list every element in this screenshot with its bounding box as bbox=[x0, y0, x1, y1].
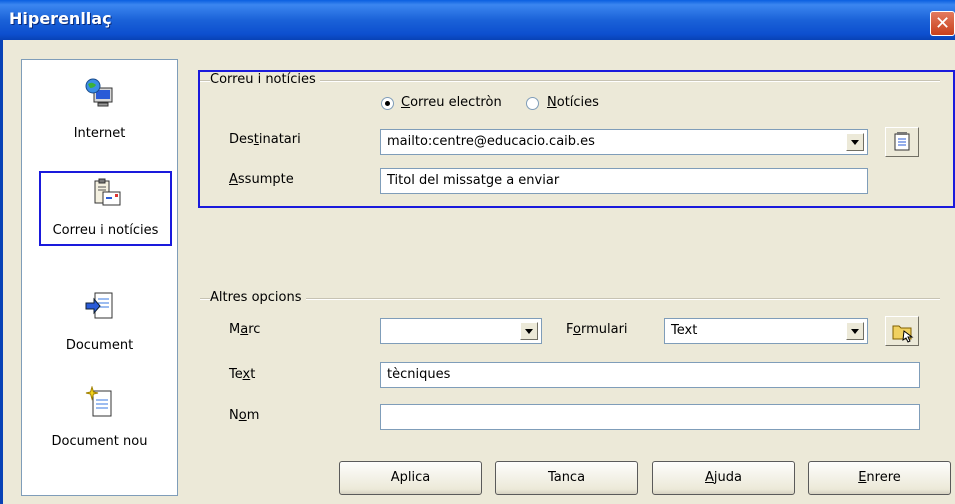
title-bar: Hiperenllaç ✕ bbox=[0, 0, 955, 40]
event-folder-icon bbox=[892, 325, 914, 343]
hyperlink-type-sidebar: Internet Correu i notícies Document Docu… bbox=[21, 59, 178, 496]
sidebar-item-internet[interactable]: Internet bbox=[22, 74, 177, 149]
name-input[interactable] bbox=[380, 404, 920, 430]
close-icon[interactable]: ✕ bbox=[930, 11, 955, 36]
globe-computer-icon bbox=[85, 78, 112, 107]
name-label: Nom bbox=[229, 408, 260, 423]
sidebar-item-document[interactable]: Document bbox=[22, 286, 177, 361]
text-label: Text bbox=[229, 367, 256, 382]
group-label-options: Altres opcions bbox=[210, 290, 306, 305]
apply-button[interactable]: Aplica bbox=[339, 461, 482, 495]
sidebar-item-new-document[interactable]: Document nou bbox=[22, 382, 177, 457]
frame-combobox[interactable] bbox=[380, 318, 542, 344]
form-combobox[interactable]: Text bbox=[664, 318, 868, 344]
help-button[interactable]: Ajuda bbox=[652, 461, 795, 495]
sidebar-item-mail-news[interactable]: Correu i notícies bbox=[39, 171, 172, 246]
highlight-mail-group bbox=[198, 70, 955, 208]
form-value: Text bbox=[671, 323, 698, 338]
sidebar-item-label: Document nou bbox=[51, 434, 148, 449]
new-document-icon bbox=[85, 386, 111, 417]
form-label: Formulari bbox=[566, 322, 628, 337]
document-arrow-icon bbox=[85, 292, 112, 319]
events-button[interactable] bbox=[885, 316, 919, 346]
window-title: Hiperenllaç bbox=[9, 9, 112, 28]
group-separator bbox=[200, 298, 940, 300]
sidebar-item-label: Internet bbox=[73, 126, 126, 141]
close-button[interactable]: Tanca bbox=[495, 461, 638, 495]
sidebar-item-label: Document bbox=[65, 338, 134, 353]
chevron-down-icon[interactable] bbox=[520, 322, 538, 340]
sidebar-item-label: Correu i notícies bbox=[52, 223, 159, 238]
frame-label: Marc bbox=[229, 322, 261, 337]
text-input[interactable]: tècniques bbox=[380, 362, 920, 388]
chevron-down-icon[interactable] bbox=[846, 322, 864, 340]
back-button[interactable]: Enrere bbox=[808, 461, 951, 495]
mail-clipboard-icon bbox=[94, 178, 120, 206]
